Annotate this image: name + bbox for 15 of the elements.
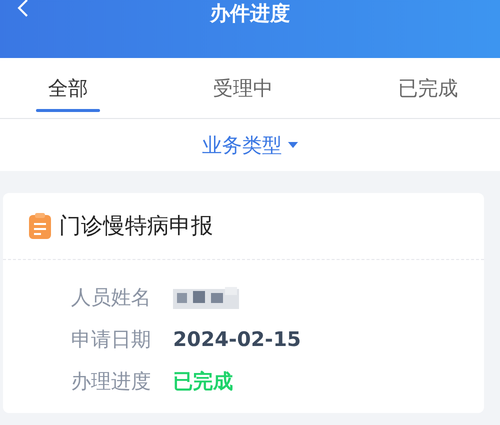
field-value: 2024-02-15 bbox=[173, 327, 301, 351]
tab[interactable]: 全部 bbox=[36, 58, 100, 118]
type-filter-dropdown[interactable]: 业务类型 bbox=[202, 132, 298, 158]
card-title: 门诊慢特病申报 bbox=[59, 213, 213, 241]
back-icon[interactable] bbox=[16, 0, 30, 18]
page-title: 办件进度 bbox=[210, 1, 290, 25]
application-card[interactable]: 门诊慢特病申报 人员姓名 申请日期 2024-02-15 办理进度 已完成 bbox=[3, 193, 484, 413]
status-text: 已完成 bbox=[173, 368, 233, 394]
field-label: 办理进度 bbox=[71, 368, 151, 394]
tab[interactable]: 已完成 bbox=[386, 58, 470, 118]
caret-icon bbox=[288, 142, 298, 148]
field-label: 人员姓名 bbox=[71, 284, 151, 310]
tab[interactable]: 受理中 bbox=[201, 58, 285, 118]
clipboard-icon bbox=[29, 213, 51, 239]
field-label: 申请日期 bbox=[71, 326, 151, 352]
